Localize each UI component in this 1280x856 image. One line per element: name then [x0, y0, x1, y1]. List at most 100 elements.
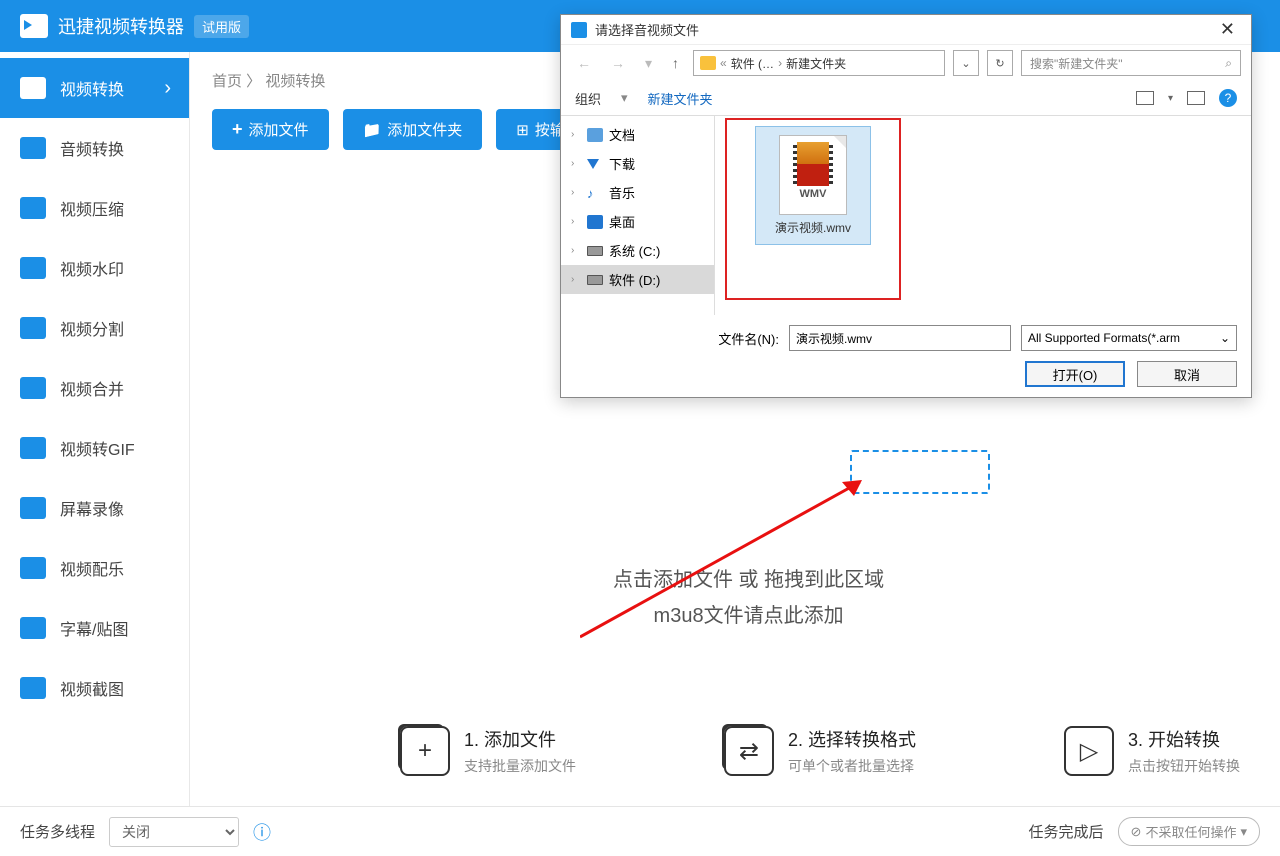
- step-1: + 1. 添加文件支持批量添加文件: [400, 726, 576, 776]
- tree-label: 音乐: [609, 183, 635, 202]
- filter-text: All Supported Formats(*.arm: [1028, 331, 1180, 345]
- format-step-icon: ⇄: [724, 726, 774, 776]
- nav-up-icon[interactable]: ↑: [666, 51, 685, 75]
- tree-label: 系统 (C:): [609, 241, 660, 260]
- threads-label: 任务多线程: [20, 821, 95, 842]
- organize-menu[interactable]: 组织: [575, 89, 601, 108]
- path-dropdown-icon[interactable]: ⌄: [953, 50, 979, 76]
- file-list[interactable]: WMV 演示视频.wmv: [715, 116, 1251, 315]
- step-desc: 支持批量添加文件: [464, 756, 576, 776]
- path-segment[interactable]: 新建文件夹: [786, 55, 846, 72]
- tree-drive-c[interactable]: ›系统 (C:): [561, 236, 714, 265]
- breadcrumb-sep: 〉: [242, 73, 265, 90]
- sidebar-item-screenshot[interactable]: 视频截图: [0, 658, 189, 718]
- search-input[interactable]: 搜索"新建文件夹" ⌕: [1021, 50, 1241, 76]
- step-3: ▷ 3. 开始转换点击按钮开始转换: [1064, 726, 1240, 776]
- sidebar-item-subtitle[interactable]: 字幕/贴图: [0, 598, 189, 658]
- info-icon[interactable]: ⓘ: [253, 819, 271, 845]
- sidebar-item-label: 屏幕录像: [60, 496, 124, 520]
- after-action-select[interactable]: ⊘不采取任何操作▾: [1118, 817, 1260, 846]
- sidebar-item-label: 视频合并: [60, 376, 124, 400]
- preview-pane-icon[interactable]: [1187, 91, 1205, 105]
- filename-input[interactable]: [789, 325, 1011, 351]
- folder-tree: ›文档 ›下载 ›♪音乐 ›桌面 ›系统 (C:) ›软件 (D:): [561, 116, 715, 315]
- sidebar-item-video-convert[interactable]: 视频转换: [0, 58, 189, 118]
- breadcrumb-current: 视频转换: [265, 73, 325, 90]
- nav-recent-icon[interactable]: ▾: [639, 51, 658, 76]
- app-logo-icon: [20, 14, 48, 38]
- sidebar-item-video-compress[interactable]: 视频压缩: [0, 178, 189, 238]
- close-button[interactable]: ✕: [1214, 19, 1241, 40]
- sidebar-item-video-split[interactable]: 视频分割: [0, 298, 189, 358]
- sidebar-item-screen-record[interactable]: 屏幕录像: [0, 478, 189, 538]
- file-open-dialog: 请选择音视频文件 ✕ ← → ▾ ↑ « 软件 (… › 新建文件夹 ⌄ ↻ 搜…: [560, 14, 1252, 398]
- path-segment[interactable]: 软件 (…: [731, 55, 774, 72]
- step-title: 1. 添加文件: [464, 726, 576, 752]
- step-title: 3. 开始转换: [1128, 726, 1240, 752]
- add-file-step-icon: +: [400, 726, 450, 776]
- video-music-icon: [20, 557, 46, 579]
- dialog-titlebar[interactable]: 请选择音视频文件 ✕: [561, 15, 1251, 45]
- dropzone[interactable]: [850, 450, 990, 494]
- breadcrumb-home[interactable]: 首页: [212, 73, 242, 90]
- screen-record-icon: [20, 497, 46, 519]
- dropzone-line1: 点击添加文件 或 拖拽到此区域: [613, 562, 884, 598]
- step-desc: 点击按钮开始转换: [1128, 756, 1240, 776]
- desktop-icon: [587, 215, 603, 229]
- sidebar-item-label: 视频分割: [60, 316, 124, 340]
- path-breadcrumb[interactable]: « 软件 (… › 新建文件夹: [693, 50, 945, 76]
- sidebar-item-label: 视频截图: [60, 676, 124, 700]
- dialog-title: 请选择音视频文件: [595, 20, 1214, 39]
- cancel-button[interactable]: 取消: [1137, 361, 1237, 387]
- step-title: 2. 选择转换格式: [788, 726, 916, 752]
- tree-documents[interactable]: ›文档: [561, 120, 714, 149]
- downloads-icon: [587, 157, 603, 171]
- trial-badge: 试用版: [194, 15, 249, 38]
- sidebar-item-video-music[interactable]: 视频配乐: [0, 538, 189, 598]
- dialog-toolbar: 组织▾ 新建文件夹 ▾ ?: [561, 81, 1251, 115]
- nav-forward-icon[interactable]: →: [605, 51, 631, 75]
- tree-label: 下载: [609, 154, 635, 173]
- subtitle-icon: [20, 617, 46, 639]
- video-merge-icon: [20, 377, 46, 399]
- new-folder-button[interactable]: 新建文件夹: [648, 89, 713, 108]
- tree-downloads[interactable]: ›下载: [561, 149, 714, 178]
- sidebar-item-audio-convert[interactable]: 音频转换: [0, 118, 189, 178]
- folder-icon: [700, 56, 716, 70]
- dropzone-line2[interactable]: m3u8文件请点此添加: [613, 598, 884, 634]
- view-mode-icon[interactable]: [1136, 91, 1154, 105]
- tree-label: 文档: [609, 125, 635, 144]
- dialog-app-icon: [571, 22, 587, 38]
- sidebar-item-label: 视频压缩: [60, 196, 124, 220]
- threads-select[interactable]: 关闭: [109, 817, 239, 847]
- filetype-filter-select[interactable]: All Supported Formats(*.arm⌄: [1021, 325, 1237, 351]
- add-file-button[interactable]: 添加文件: [212, 109, 329, 150]
- wmv-file-icon: WMV: [779, 135, 847, 215]
- tree-drive-d[interactable]: ›软件 (D:): [561, 265, 714, 294]
- filename-label: 文件名(N):: [718, 329, 779, 348]
- sidebar: 视频转换 音频转换 视频压缩 视频水印 视频分割 视频合并 视频转GIF 屏幕录…: [0, 52, 190, 806]
- video-split-icon: [20, 317, 46, 339]
- open-button[interactable]: 打开(O): [1025, 361, 1125, 387]
- tree-label: 软件 (D:): [609, 270, 660, 289]
- sidebar-item-watermark[interactable]: 视频水印: [0, 238, 189, 298]
- sidebar-item-label: 视频配乐: [60, 556, 124, 580]
- dialog-nav: ← → ▾ ↑ « 软件 (… › 新建文件夹 ⌄ ↻ 搜索"新建文件夹" ⌕: [561, 45, 1251, 81]
- sidebar-item-video-gif[interactable]: 视频转GIF: [0, 418, 189, 478]
- drive-icon: [587, 246, 603, 256]
- video-compress-icon: [20, 197, 46, 219]
- refresh-button[interactable]: ↻: [987, 50, 1013, 76]
- tree-desktop[interactable]: ›桌面: [561, 207, 714, 236]
- help-icon[interactable]: ?: [1219, 89, 1237, 107]
- video-convert-icon: [20, 77, 46, 99]
- add-folder-button[interactable]: 添加文件夹: [343, 109, 483, 150]
- tree-music[interactable]: ›♪音乐: [561, 178, 714, 207]
- search-icon: ⌕: [1225, 56, 1232, 71]
- step-2: ⇄ 2. 选择转换格式可单个或者批量选择: [724, 726, 916, 776]
- after-label: 任务完成后: [1029, 821, 1104, 842]
- nav-back-icon[interactable]: ←: [571, 51, 597, 75]
- video-gif-icon: [20, 437, 46, 459]
- sidebar-item-label: 字幕/贴图: [60, 616, 128, 640]
- sidebar-item-video-merge[interactable]: 视频合并: [0, 358, 189, 418]
- search-placeholder: 搜索"新建文件夹": [1030, 55, 1123, 72]
